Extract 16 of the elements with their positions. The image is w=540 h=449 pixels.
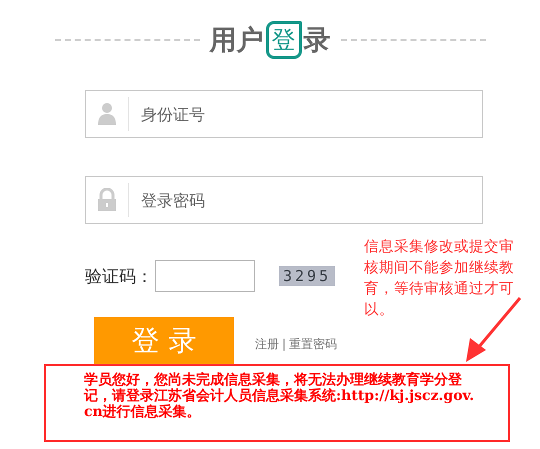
- password-field[interactable]: 登录密码: [85, 176, 483, 224]
- annotation-text: 信息采集修改或提交审核期间不能参加继续教育，等待审核通过才可以。: [364, 238, 515, 320]
- link-separator: |: [282, 337, 286, 351]
- user-icon: [97, 102, 117, 126]
- id-number-input[interactable]: 身份证号: [139, 104, 482, 124]
- captcha-image[interactable]: 3295: [279, 266, 336, 286]
- lock-icon: [97, 188, 117, 212]
- captcha-label: 验证码：: [85, 266, 153, 288]
- reset-password-link[interactable]: 重置密码: [289, 336, 338, 352]
- arrow-icon: [466, 297, 522, 362]
- id-number-field[interactable]: 身份证号: [85, 90, 483, 138]
- captcha-field[interactable]: [155, 260, 255, 292]
- register-link[interactable]: 注册: [255, 336, 279, 352]
- login-title: 用户 登 录: [210, 21, 330, 59]
- password-input[interactable]: 登录密码: [139, 190, 482, 210]
- notice-message: 学员您好，您尚未完成信息采集，将无法办理继续教育学分登记，请登录江苏省会计人员信息采集系统:http://kj.jscz.gov.cn进行信息采集。: [44, 364, 510, 442]
